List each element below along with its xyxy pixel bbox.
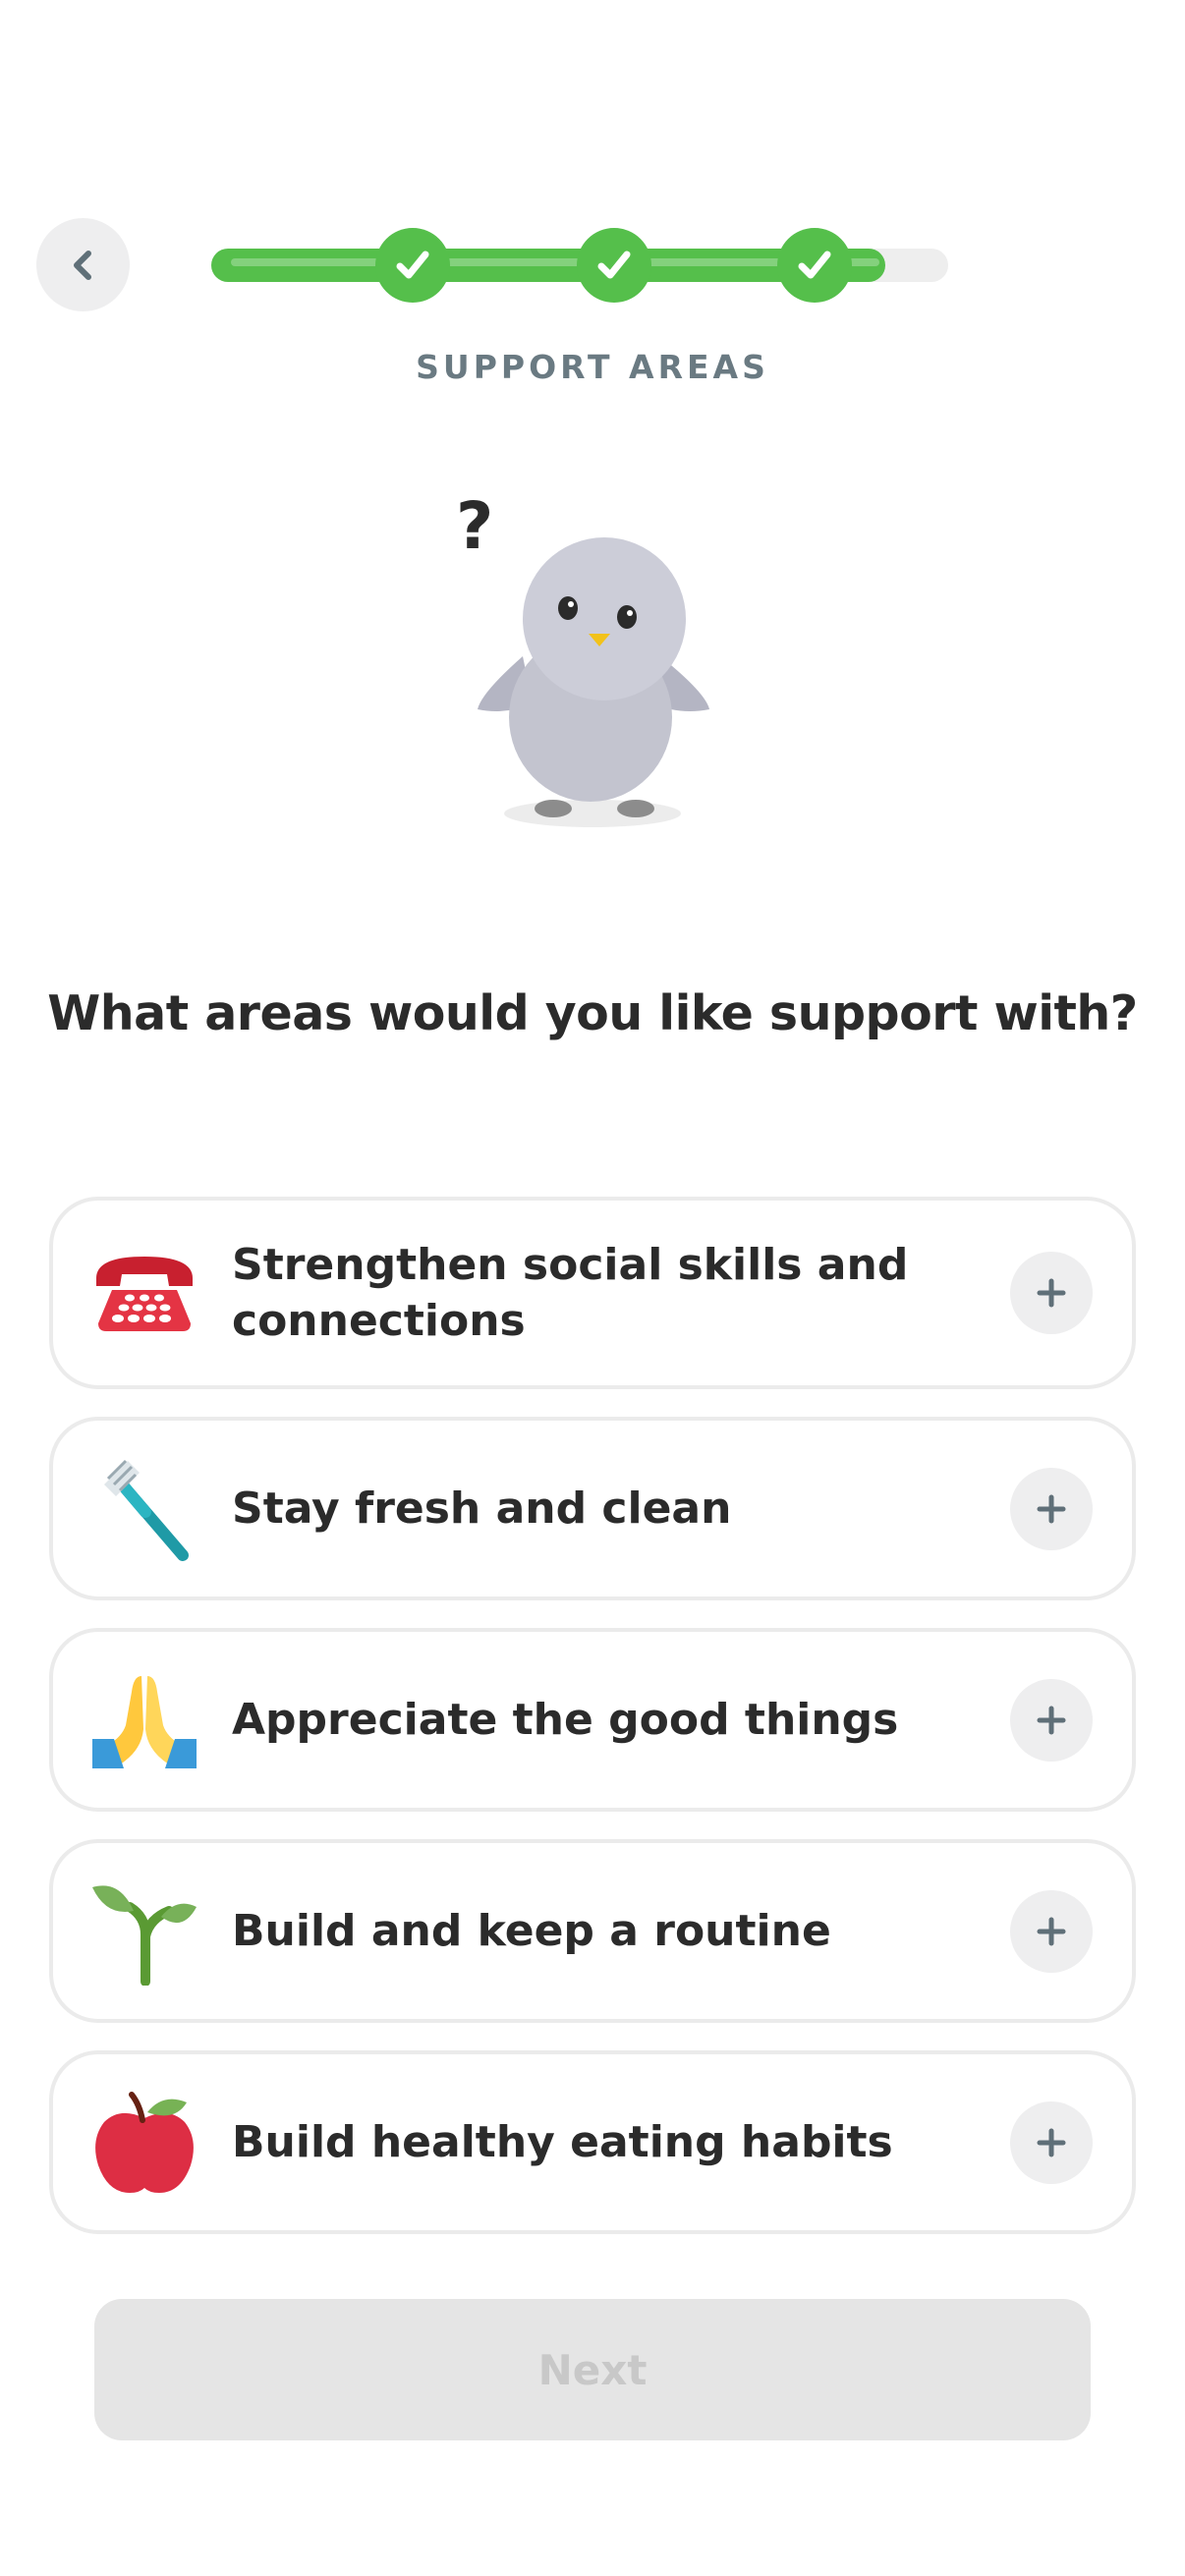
step-complete-check-1 xyxy=(375,228,450,303)
step-label: SUPPORT AREAS xyxy=(416,348,769,386)
plus-icon xyxy=(1037,2128,1066,2156)
next-button[interactable]: Next xyxy=(94,2299,1091,2440)
apple-icon xyxy=(90,2089,198,2197)
option-label: Appreciate the good things xyxy=(232,1695,899,1745)
option-label: Build healthy eating habits xyxy=(232,2117,893,2167)
check-icon xyxy=(396,251,429,279)
telephone-icon xyxy=(90,1239,198,1347)
plus-icon xyxy=(1037,1917,1066,1945)
seedling-icon xyxy=(90,1877,198,1986)
option-healthy-eating[interactable]: Build healthy eating habits xyxy=(49,2050,1136,2234)
check-icon xyxy=(597,251,631,279)
option-label: Build and keep a routine xyxy=(232,1906,831,1956)
question-mark: ? xyxy=(456,488,493,564)
support-options-list: Strengthen social skills and connections… xyxy=(49,1197,1136,2262)
question-heading: What areas would you like support with? xyxy=(47,985,1138,1041)
option-appreciate[interactable]: Appreciate the good things xyxy=(49,1628,1136,1812)
option-label: Strengthen social skills and connections xyxy=(232,1240,909,1346)
check-icon xyxy=(798,251,831,279)
option-label: Stay fresh and clean xyxy=(232,1484,732,1534)
add-button[interactable] xyxy=(1010,1889,1093,1973)
step-complete-check-2 xyxy=(577,228,651,303)
add-button[interactable] xyxy=(1010,1678,1093,1762)
toothbrush-icon xyxy=(90,1455,198,1563)
step-complete-check-3 xyxy=(777,228,852,303)
add-button[interactable] xyxy=(1010,2100,1093,2184)
option-social-skills[interactable]: Strengthen social skills and connections xyxy=(49,1197,1136,1389)
option-stay-fresh[interactable]: Stay fresh and clean xyxy=(49,1417,1136,1600)
add-button[interactable] xyxy=(1010,1252,1093,1334)
plus-icon xyxy=(1037,1706,1066,1734)
add-button[interactable] xyxy=(1010,1467,1093,1550)
option-routine[interactable]: Build and keep a routine xyxy=(49,1839,1136,2023)
back-button[interactable] xyxy=(36,218,130,311)
chevron-left-icon xyxy=(73,250,91,280)
plus-icon xyxy=(1037,1494,1066,1523)
penguin-mascot: ? xyxy=(452,481,727,835)
praying-hands-icon xyxy=(90,1666,198,1774)
plus-icon xyxy=(1037,1278,1066,1308)
